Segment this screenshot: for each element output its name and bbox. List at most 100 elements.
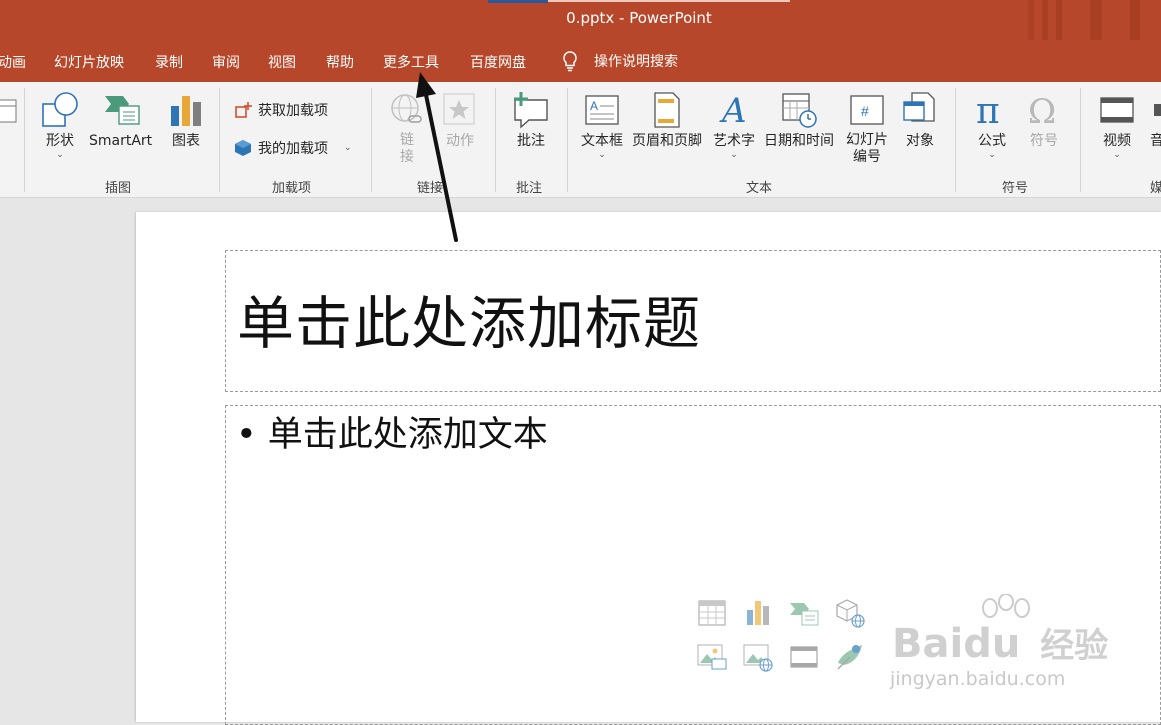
textbox-icon: A [582, 90, 622, 130]
shapes-label: 形状 [46, 133, 74, 149]
audio-button[interactable]: 音 [1150, 90, 1161, 150]
slide-canvas[interactable]: 单击此处添加标题 • 单击此处添加文本 [136, 212, 1161, 725]
link-label-bottom: 接 [400, 149, 414, 165]
decor-stripe [1130, 0, 1140, 40]
addin-cube-icon [235, 140, 251, 156]
wordart-label: 艺术字 [713, 133, 755, 149]
textbox-button[interactable]: A 文本框 ⌄ [581, 90, 623, 160]
video-button[interactable]: 视频 ⌄ [1097, 90, 1137, 160]
symbol-label: 符号 [1030, 133, 1058, 149]
get-addins-label: 获取加载项 [258, 103, 328, 119]
chevron-down-icon: ⌄ [1113, 150, 1121, 160]
search-label: 操作说明搜索 [594, 54, 678, 70]
comment-icon [511, 90, 551, 130]
title-accent-light [548, 0, 790, 2]
bar-chart-icon [166, 90, 206, 130]
group-label-addins: 加载项 [272, 181, 312, 196]
tab-baidu-netdisk[interactable]: 百度网盘 [470, 52, 526, 72]
menu-bar: 动画 幻灯片放映 录制 审阅 视图 帮助 更多工具 百度网盘 操作说明搜索 [0, 40, 1161, 82]
body-placeholder-text: • 单击此处添加文本 [236, 415, 548, 455]
chart-button[interactable]: 图表 [166, 90, 206, 150]
tab-help[interactable]: 帮助 [326, 52, 354, 72]
group-label-symbols: 符号 [1002, 181, 1029, 196]
insert-table-icon[interactable] [696, 597, 728, 629]
textbox-label: 文本框 [581, 133, 623, 149]
pi-icon: π [972, 90, 1012, 130]
svg-text:Ω: Ω [1028, 92, 1056, 130]
decor-stripe [1056, 0, 1062, 40]
insert-video-icon[interactable] [788, 641, 820, 673]
group-label-media: 媒 [1150, 181, 1161, 196]
chevron-down-icon: ⌄ [598, 150, 606, 160]
chevron-down-icon: ⌄ [344, 143, 352, 153]
action-button[interactable]: 动作 [440, 90, 480, 150]
separator [371, 88, 372, 192]
ribbon-partial-button[interactable] [0, 90, 26, 132]
tab-slideshow[interactable]: 幻灯片放映 [54, 52, 124, 72]
ribbon: 形状 ⌄ SmartArt 图表 插图 获取加载项 我的加载项 ⌄ 加载项 链 … [0, 82, 1161, 198]
title-placeholder-text: 单击此处添加标题 [237, 291, 701, 357]
link-button[interactable]: 链 接 [387, 90, 427, 166]
get-addins-button[interactable]: 获取加载项 [234, 100, 328, 120]
link-globe-icon [387, 90, 427, 130]
insert-chart-icon[interactable] [742, 597, 774, 629]
header-footer-label: 页眉和页脚 [632, 133, 702, 149]
shapes-button[interactable]: 形状 ⌄ [40, 90, 80, 160]
my-addins-button[interactable]: 我的加载项 ⌄ [234, 138, 352, 158]
window-title: 0.pptx - PowerPoint [566, 9, 712, 27]
group-label-links: 链接 [417, 181, 444, 196]
equation-label: 公式 [978, 133, 1006, 149]
tell-me-search[interactable]: 操作说明搜索 [560, 48, 678, 74]
smartart-label: SmartArt [89, 133, 153, 149]
svg-text:A: A [590, 99, 598, 113]
symbol-button[interactable]: Ω 符号 [1024, 90, 1064, 150]
wordart-icon: A [714, 90, 754, 130]
body-placeholder[interactable]: • 单击此处添加文本 [225, 405, 1161, 725]
datetime-button[interactable]: 日期和时间 [764, 90, 834, 150]
separator [567, 88, 568, 192]
audio-label: 音 [1150, 133, 1161, 149]
comment-button[interactable]: 批注 [511, 90, 551, 150]
separator [955, 88, 956, 192]
separator [1080, 88, 1081, 192]
smartart-button[interactable]: SmartArt [89, 90, 152, 150]
wordart-button[interactable]: A 艺术字 ⌄ [713, 90, 755, 160]
tab-review[interactable]: 审阅 [212, 52, 240, 72]
comment-label: 批注 [517, 133, 545, 149]
slide-number-label-1: 幻灯片 [846, 132, 888, 148]
insert-3d-model-icon[interactable] [834, 597, 866, 629]
slide-number-button[interactable]: # 幻灯片 编号 [846, 90, 888, 166]
chart-label: 图表 [172, 133, 200, 149]
svg-text:π: π [976, 91, 1000, 130]
header-footer-button[interactable]: 页眉和页脚 [632, 90, 702, 150]
slide-number-icon: # [847, 90, 887, 130]
insert-icon-icon[interactable] [834, 641, 866, 673]
datetime-label: 日期和时间 [764, 133, 834, 149]
separator [495, 88, 496, 192]
shapes-icon [40, 90, 80, 130]
slide-editor-area: 单击此处添加标题 • 单击此处添加文本 [0, 198, 1161, 725]
tab-more-tools[interactable]: 更多工具 [383, 52, 439, 72]
title-bar: 0.pptx - PowerPoint [0, 0, 1161, 40]
object-button[interactable]: 对象 [900, 90, 940, 150]
header-footer-icon [647, 90, 687, 130]
decor-stripe [1028, 0, 1034, 40]
chevron-down-icon: ⌄ [730, 150, 738, 160]
action-label: 动作 [446, 133, 474, 149]
insert-smartart-icon[interactable] [788, 597, 820, 629]
equation-button[interactable]: π 公式 ⌄ [972, 90, 1012, 160]
calendar-clock-icon [779, 90, 819, 130]
title-placeholder[interactable]: 单击此处添加标题 [225, 250, 1161, 392]
tab-animations[interactable]: 动画 [0, 52, 26, 72]
group-label-text: 文本 [746, 181, 773, 196]
video-label: 视频 [1103, 133, 1131, 149]
separator [24, 88, 25, 192]
separator [219, 88, 220, 192]
tab-record[interactable]: 录制 [155, 52, 183, 72]
tab-view[interactable]: 视图 [268, 52, 296, 72]
my-addins-label: 我的加载项 [258, 141, 328, 157]
insert-online-picture-icon[interactable] [742, 641, 774, 673]
star-action-icon [440, 90, 480, 130]
object-label: 对象 [906, 133, 934, 149]
insert-picture-icon[interactable] [696, 641, 728, 673]
